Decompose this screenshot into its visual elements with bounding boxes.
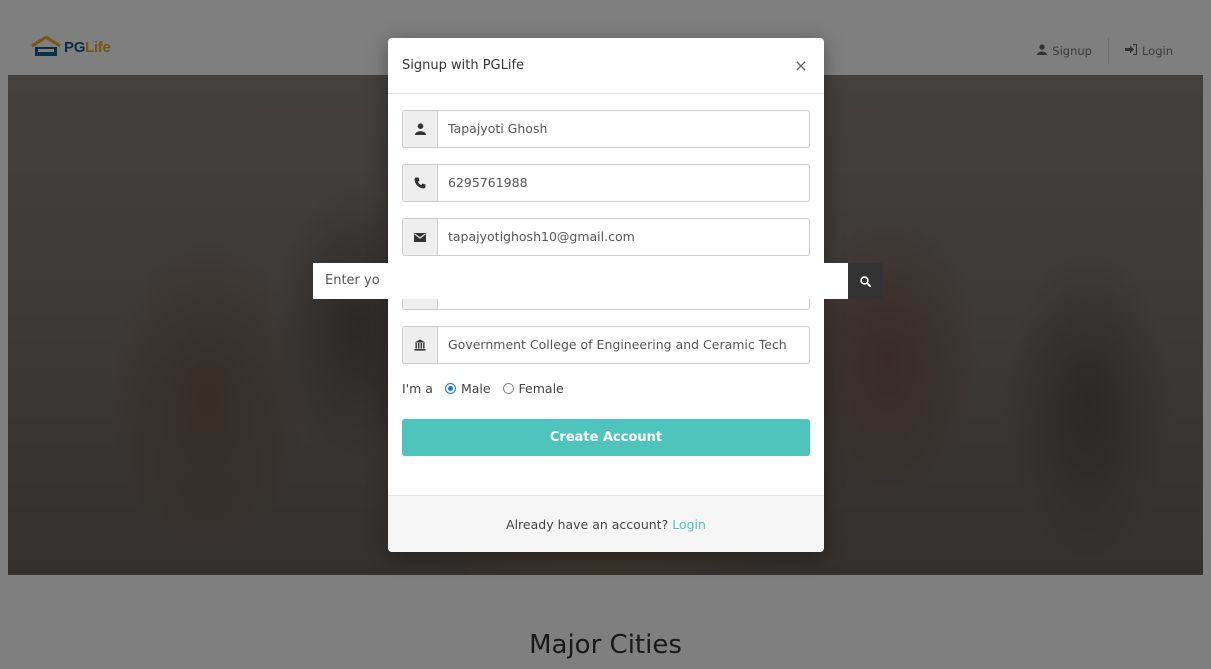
search-button[interactable] [848, 263, 883, 299]
college-group: Government College of Engineering and Ce… [402, 326, 810, 364]
close-icon[interactable]: × [792, 56, 810, 75]
radio-unchecked-icon [502, 382, 514, 394]
email-field[interactable]: tapajyotighosh10@gmail.com [438, 219, 809, 255]
full-name-group: Tapajyoti Ghosh [402, 110, 810, 148]
phone-icon [403, 165, 438, 201]
full-name-field[interactable]: Tapajyoti Ghosh [438, 111, 809, 147]
phone-group: 6295761988 [402, 164, 810, 202]
modal-title: Signup with PGLife [402, 58, 525, 73]
gender-option-female: Female [518, 380, 564, 396]
modal-header: Signup with PGLife × [388, 38, 824, 94]
search-icon [860, 272, 872, 291]
create-account-button[interactable]: Create Account [402, 419, 810, 456]
footer-login-link[interactable]: Login [672, 517, 706, 532]
city-search-input[interactable]: Enter yo [313, 263, 848, 299]
user-icon [403, 111, 438, 147]
college-field[interactable]: Government College of Engineering and Ce… [438, 327, 809, 363]
footer-text: Already have an account? [506, 516, 669, 532]
gender-option-male: Male [460, 380, 491, 396]
phone-field[interactable]: 6295761988 [438, 165, 809, 201]
envelope-icon [403, 219, 438, 255]
email-group: tapajyotighosh10@gmail.com [402, 218, 810, 256]
modal-footer: Already have an account? Login [388, 495, 824, 552]
gender-label: I'm a [402, 380, 433, 396]
gender-radio-female[interactable]: Female [502, 380, 564, 396]
gender-radio-male[interactable]: Male [444, 380, 491, 396]
radio-checked-icon [444, 382, 456, 394]
university-icon [403, 327, 438, 363]
gender-selector: I'm a Male Female [402, 376, 810, 400]
